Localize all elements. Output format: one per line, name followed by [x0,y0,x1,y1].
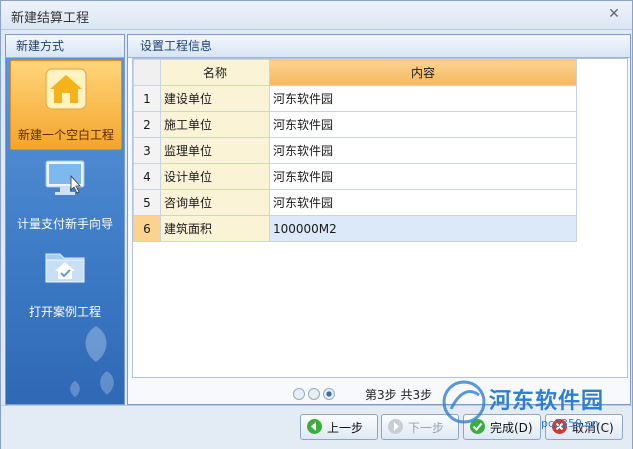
prev-button[interactable]: 上一步 [300,414,378,440]
folder-house-icon [45,253,85,283]
mode-label-guide: 计量支付新手向导 [16,217,113,231]
creation-mode-list: 新建一个空白工程 计量支付新手向导 打开案例工程 [6,58,124,404]
row-name: 施工单位 [160,111,270,138]
row-value-cell[interactable]: 河东软件园 [269,85,577,112]
table-header-row: 名称 内容 [133,59,577,86]
next-button-label: 下一步 [408,421,445,435]
row-number: 1 [133,85,161,112]
window-title: 新建结算工程 [11,11,90,26]
project-info-panel: 设置工程信息 名称 内容 1 建设单位 河东软件园 2 施工单位 河东软件园 3… [127,34,631,405]
row-number: 6 [133,215,161,242]
next-button[interactable]: 下一步 [381,414,459,440]
row-number: 2 [133,111,161,138]
dialog-window: 新建结算工程 ✕ 新建方式 新建一个空白工程 计量支付新手向导 打开案例工程 设… [0,0,633,449]
row-value-cell[interactable]: 100000M2 [269,215,577,242]
mode-item-blank-project[interactable]: 新建一个空白工程 [10,60,122,150]
creation-mode-header: 新建方式 [6,35,124,58]
prev-button-label: 上一步 [327,421,364,435]
row-number: 4 [133,163,161,190]
info-table: 名称 内容 1 建设单位 河东软件园 2 施工单位 河东软件园 3 监理单位 河… [133,59,577,242]
row-value-cell[interactable]: 河东软件园 [269,163,577,190]
step-indicator [293,386,338,400]
cancel-button[interactable]: 取消(C) [545,414,623,440]
row-name: 建设单位 [160,85,270,112]
mode-item-guide[interactable]: 计量支付新手向导 [10,150,120,238]
decorative-leaf-icon [85,326,107,362]
row-number-header [133,59,161,86]
row-value-cell[interactable]: 河东软件园 [269,189,577,216]
mode-label-blank-project: 新建一个空白工程 [17,128,114,142]
finish-button-label: 完成(D) [490,421,533,435]
row-name: 咨询单位 [160,189,270,216]
table-row[interactable]: 4 设计单位 河东软件园 [133,163,577,190]
step-dot-2 [308,387,320,400]
creation-mode-panel: 新建方式 新建一个空白工程 计量支付新手向导 打开案例工程 [5,34,125,405]
table-row[interactable]: 1 建设单位 河东软件园 [133,85,577,112]
row-number: 3 [133,137,161,164]
row-name: 建筑面积 [160,215,270,242]
table-row[interactable]: 2 施工单位 河东软件园 [133,111,577,138]
table-row[interactable]: 3 监理单位 河东软件园 [133,137,577,164]
row-value-cell[interactable]: 河东软件园 [269,137,577,164]
button-bar: 上一步 下一步 完成(D) 取消(C) [1,405,632,449]
column-header-name[interactable]: 名称 [160,59,270,86]
mode-label-open-case: 打开案例工程 [28,305,101,319]
row-name: 监理单位 [160,137,270,164]
row-number: 5 [133,189,161,216]
arrow-right-icon [388,419,403,434]
house-icon [45,68,87,110]
check-icon [470,419,485,434]
row-value-cell[interactable]: 河东软件园 [269,111,577,138]
cancel-x-icon [552,419,567,434]
step-dot-1 [293,387,305,400]
monitor-pointer-icon [45,160,85,195]
step-text: 第3步 共3步 [365,388,433,402]
cancel-button-label: 取消(C) [572,421,614,435]
decorative-leaf-icon [70,380,80,398]
title-bar: 新建结算工程 ✕ [1,1,632,30]
project-info-grid: 名称 内容 1 建设单位 河东软件园 2 施工单位 河东软件园 3 监理单位 河… [132,58,628,378]
row-name: 设计单位 [160,163,270,190]
mode-item-open-case[interactable]: 打开案例工程 [10,238,120,326]
close-icon[interactable]: ✕ [606,6,622,22]
finish-button[interactable]: 完成(D) [463,414,541,440]
table-row[interactable]: 5 咨询单位 河东软件园 [133,189,577,216]
table-row-selected[interactable]: 6 建筑面积 100000M2 [133,215,577,242]
column-header-content[interactable]: 内容 [269,59,577,86]
arrow-left-icon [307,419,322,434]
decorative-leaf-icon [100,371,114,395]
step-dot-3-active [323,387,335,400]
project-info-header: 设置工程信息 [128,35,630,58]
